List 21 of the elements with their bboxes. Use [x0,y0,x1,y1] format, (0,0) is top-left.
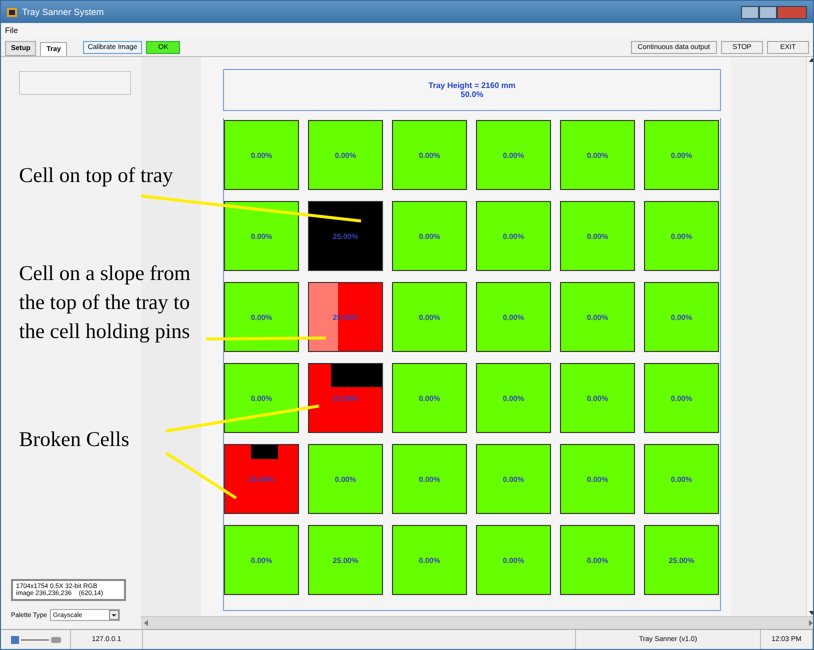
leader-line [165,452,237,500]
down-arrow-icon[interactable] [808,610,813,616]
caret-icon[interactable] [109,610,120,620]
annotation-text: Broken Cells [19,426,130,453]
left-arrow-icon[interactable] [143,620,149,626]
tray-height-text: Tray Height = 2160 mm [428,81,516,90]
annotation-text: Cell on top of tray [19,162,174,189]
minimize-button[interactable] [741,6,759,18]
maximize-button[interactable] [759,6,777,18]
window-title: Tray Sanner System [22,7,104,17]
right-arrow-icon[interactable] [808,620,813,626]
horizontal-scrollbar[interactable] [141,616,813,629]
app-icon [7,8,17,16]
vertical-scrollbar[interactable] [806,57,813,616]
network-icon [10,634,60,644]
annotation-text: Cell on a slope from the top of the tray to the cell holding pins [19,260,192,345]
input-field[interactable] [19,71,131,95]
up-arrow-icon[interactable] [808,57,813,63]
menu-item[interactable]: File [5,26,18,34]
tray-percent-text: 50.0% [460,90,484,99]
close-button[interactable] [777,6,807,18]
